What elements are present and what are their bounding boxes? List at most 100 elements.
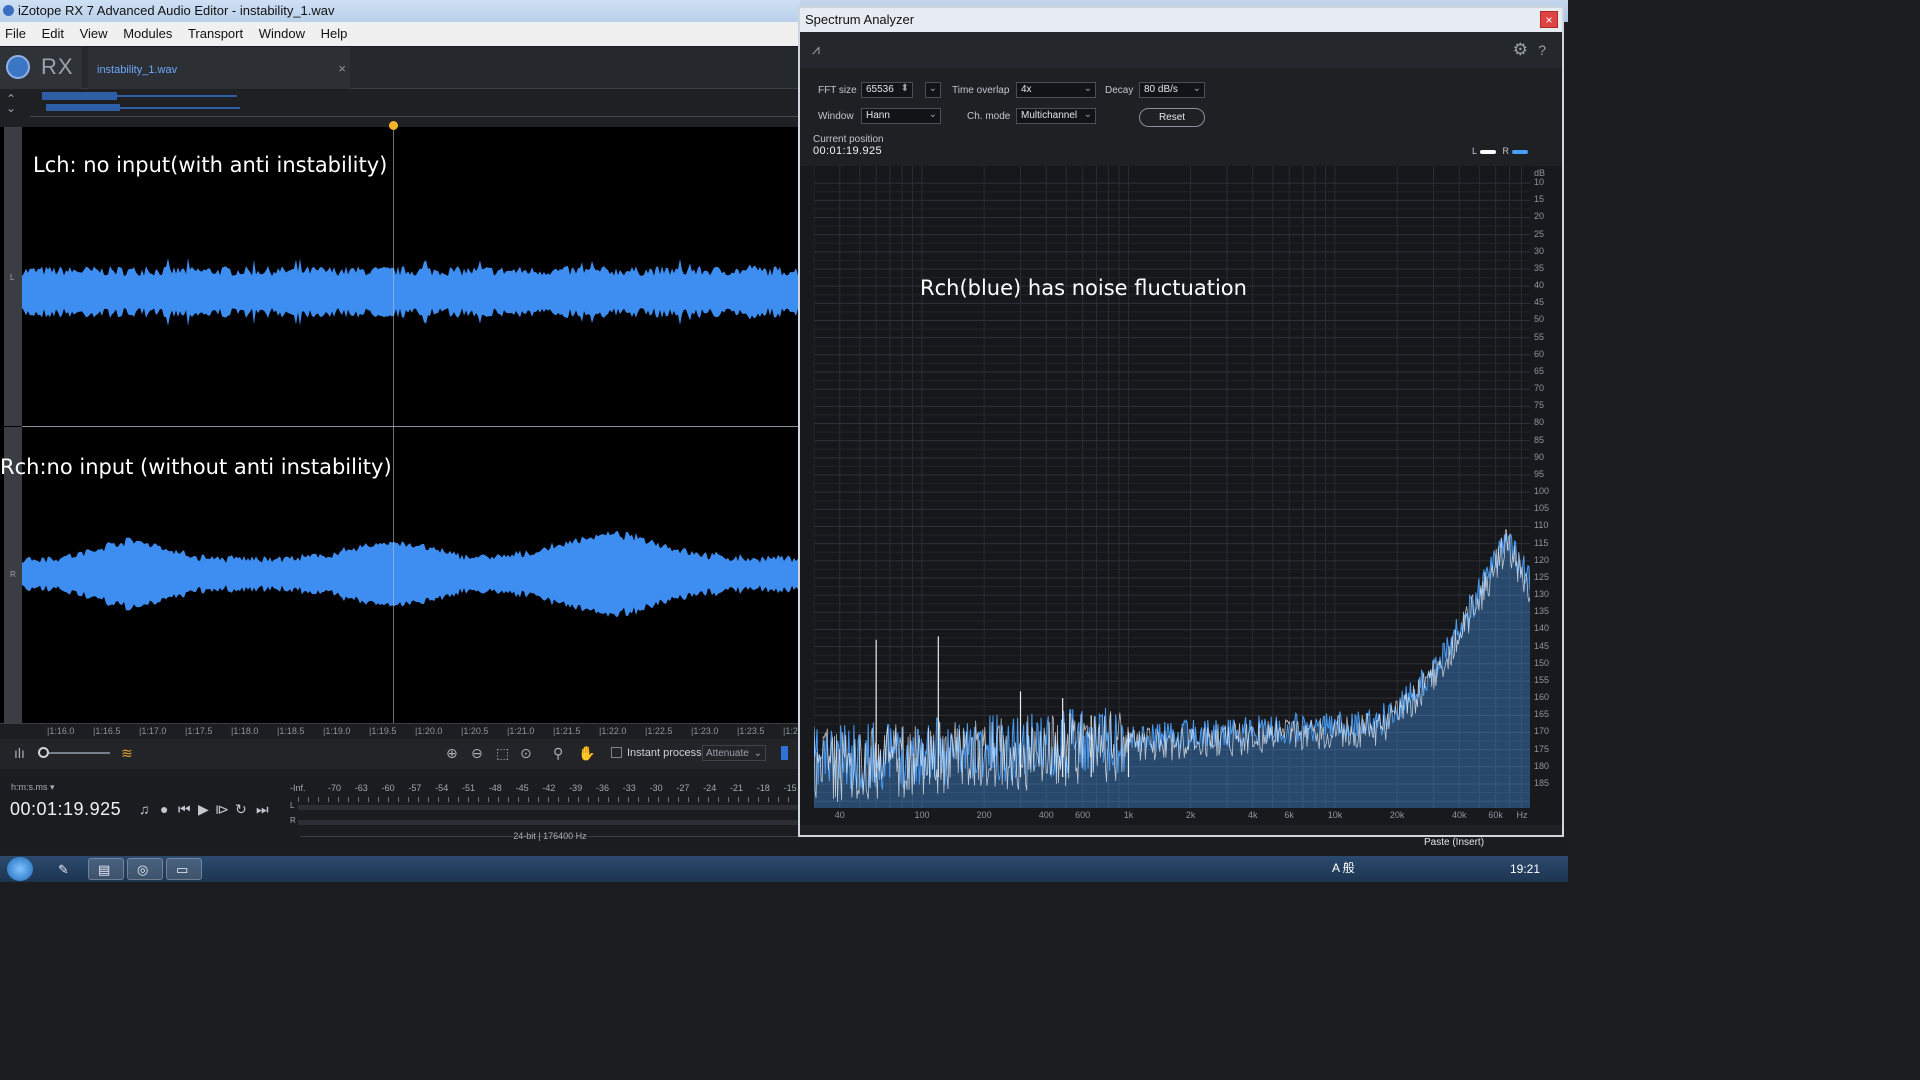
db-tick-label: 145: [1534, 640, 1550, 651]
rx-logo: RX: [0, 47, 82, 89]
time-overlap-select[interactable]: 4x ⌄: [1016, 82, 1096, 98]
izotope-logo-icon: [6, 55, 30, 79]
play-selection-button[interactable]: ⧐: [215, 801, 229, 818]
meter-scale-label: -51: [462, 783, 476, 793]
meter-scale-label: -21: [730, 783, 744, 793]
fft-size-dropdown[interactable]: ⌄: [925, 82, 941, 98]
menu-help[interactable]: Help: [315, 22, 354, 41]
playhead-line[interactable]: [393, 127, 394, 723]
left-channel-waveform: [22, 258, 800, 326]
waveform-view-icon[interactable]: ılı: [14, 745, 25, 761]
reset-button[interactable]: Reset: [1139, 108, 1205, 127]
waveform-overview[interactable]: ⌃ ⌄: [0, 89, 800, 127]
fft-size-field[interactable]: 65536 ⬍: [861, 82, 913, 98]
spectrogram-blend-slider[interactable]: [38, 747, 110, 758]
spectrum-header: ⩘ ⚙ ?: [800, 32, 1562, 68]
transport-panel: h:m:s.ms ▾ 00:01:19.925 ♫ ● ⏮ ▶ ⧐ ↻ ⏭ L …: [0, 777, 800, 847]
magnify-icon[interactable]: ⚲: [553, 745, 563, 762]
time-format-selector[interactable]: h:m:s.ms ▾: [11, 782, 55, 793]
db-tick-label: 95: [1534, 468, 1545, 479]
db-tick-label: 90: [1534, 451, 1545, 462]
window-value: Hann: [866, 110, 890, 121]
window-select[interactable]: Hann ⌄: [861, 108, 941, 124]
stepper-icon[interactable]: ⬍: [901, 83, 909, 94]
slider-knob[interactable]: [38, 747, 49, 758]
skip-forward-button[interactable]: ⏭: [256, 801, 269, 818]
db-tick-label: 45: [1534, 297, 1545, 308]
taskbar-browser[interactable]: ◎: [127, 858, 163, 880]
zoom-selection-icon[interactable]: ⬚: [496, 745, 509, 762]
channel-select-indicator[interactable]: [781, 746, 788, 760]
taskbar-clock[interactable]: 19:21: [1510, 862, 1540, 876]
instant-process-checkbox[interactable]: [611, 747, 622, 758]
play-button[interactable]: ▶: [198, 801, 209, 818]
fft-size-value[interactable]: 65536: [866, 84, 894, 95]
meter-right-track: [298, 820, 798, 825]
quicklaunch-icon: ✎: [58, 862, 69, 877]
close-window-button[interactable]: ×: [1540, 11, 1558, 28]
left-waveform-shape: [22, 258, 800, 326]
paste-mode-label[interactable]: Paste (Insert): [1424, 837, 1484, 848]
menu-modules[interactable]: Modules: [117, 22, 178, 41]
spectrum-graph: [814, 166, 1530, 808]
zoom-out-icon[interactable]: ⊖: [471, 745, 483, 762]
timeline-tick-label: |1:21.0: [507, 726, 535, 736]
right-channel-annotation: Rch:no input (without anti instability): [0, 455, 392, 479]
waveform-display[interactable]: L R Lch: no input(with anti instability)…: [0, 121, 800, 723]
timeline-ruler[interactable]: |1:16.0 |1:16.5 |1:17.0 |1:17.5 |1:18.0 |1:18…: [0, 723, 810, 739]
spectrogram-view-icon[interactable]: ≋: [121, 745, 133, 762]
file-tab[interactable]: instability_1.wav ×: [88, 47, 350, 89]
loop-button[interactable]: ↻: [235, 801, 247, 818]
collapse-overview-icon[interactable]: ⌃ ⌄: [6, 93, 16, 114]
menu-transport[interactable]: Transport: [182, 22, 249, 41]
chevron-down-icon: ⌄: [1192, 83, 1201, 94]
meter-scale-label: -57: [408, 783, 422, 793]
timeline-tick-label: |1:18.0: [231, 726, 259, 736]
hz-tick-label: 40k: [1452, 810, 1467, 820]
right-channel-label: R: [10, 570, 16, 579]
db-tick-label: 15: [1534, 194, 1545, 205]
hz-tick-label: 10k: [1327, 810, 1343, 820]
meter-scale-label: -30: [649, 783, 663, 793]
attenuate-dropdown[interactable]: Attenuate ⌄: [702, 745, 766, 761]
spectrum-plot[interactable]: [814, 166, 1530, 808]
db-tick-label: 70: [1534, 383, 1545, 394]
playhead-marker[interactable]: [389, 121, 398, 130]
taskbar-explorer[interactable]: ▤: [88, 858, 124, 880]
start-button[interactable]: [7, 857, 33, 881]
decay-select[interactable]: 80 dB/s ⌄: [1139, 82, 1205, 98]
attenuate-value: Attenuate: [706, 748, 749, 759]
menu-file[interactable]: File: [0, 22, 32, 41]
hand-icon[interactable]: ✋: [578, 745, 595, 762]
system-tray[interactable]: A 般: [1300, 859, 1355, 876]
timeline-tick-label: |1:16.5: [93, 726, 121, 736]
db-tick-label: 40: [1534, 280, 1545, 291]
skip-back-button[interactable]: ⏮: [178, 801, 191, 818]
file-tab-name[interactable]: instability_1.wav: [97, 64, 177, 76]
gear-icon[interactable]: ⚙: [1513, 40, 1528, 60]
help-icon[interactable]: ?: [1538, 42, 1546, 58]
hz-tick-label: 1k: [1123, 810, 1134, 820]
ime-indicator[interactable]: A 般: [1332, 861, 1355, 875]
ch-mode-select[interactable]: Multichannel ⌄: [1016, 108, 1096, 124]
close-tab-icon[interactable]: ×: [338, 61, 346, 76]
zoom-in-icon[interactable]: ⊕: [446, 745, 458, 762]
menu-window[interactable]: Window: [253, 22, 311, 41]
overview-left-tail: [117, 95, 237, 97]
headphones-icon[interactable]: ♫: [139, 801, 150, 817]
db-tick-label: 150: [1534, 657, 1550, 668]
instant-process-label: Instant process: [627, 747, 702, 759]
time-overlap-value: 4x: [1021, 84, 1032, 95]
menu-edit[interactable]: Edit: [36, 22, 70, 41]
spectrum-footer: [800, 825, 1562, 835]
menu-view[interactable]: View: [74, 22, 114, 41]
db-tick-label: 160: [1534, 692, 1550, 703]
zoom-fit-icon[interactable]: ⊙: [520, 745, 532, 762]
taskbar: ✎ ▤ ◎ ▭ A 般 19:21: [0, 856, 1568, 882]
db-tick-label: 185: [1534, 777, 1550, 788]
taskbar-quicklaunch[interactable]: ✎: [48, 858, 84, 880]
app-window-icon: ▭: [176, 862, 189, 877]
current-time-readout: 00:01:19.925: [10, 799, 122, 819]
taskbar-rx-app[interactable]: ▭: [166, 858, 202, 880]
record-button[interactable]: ●: [160, 801, 168, 817]
